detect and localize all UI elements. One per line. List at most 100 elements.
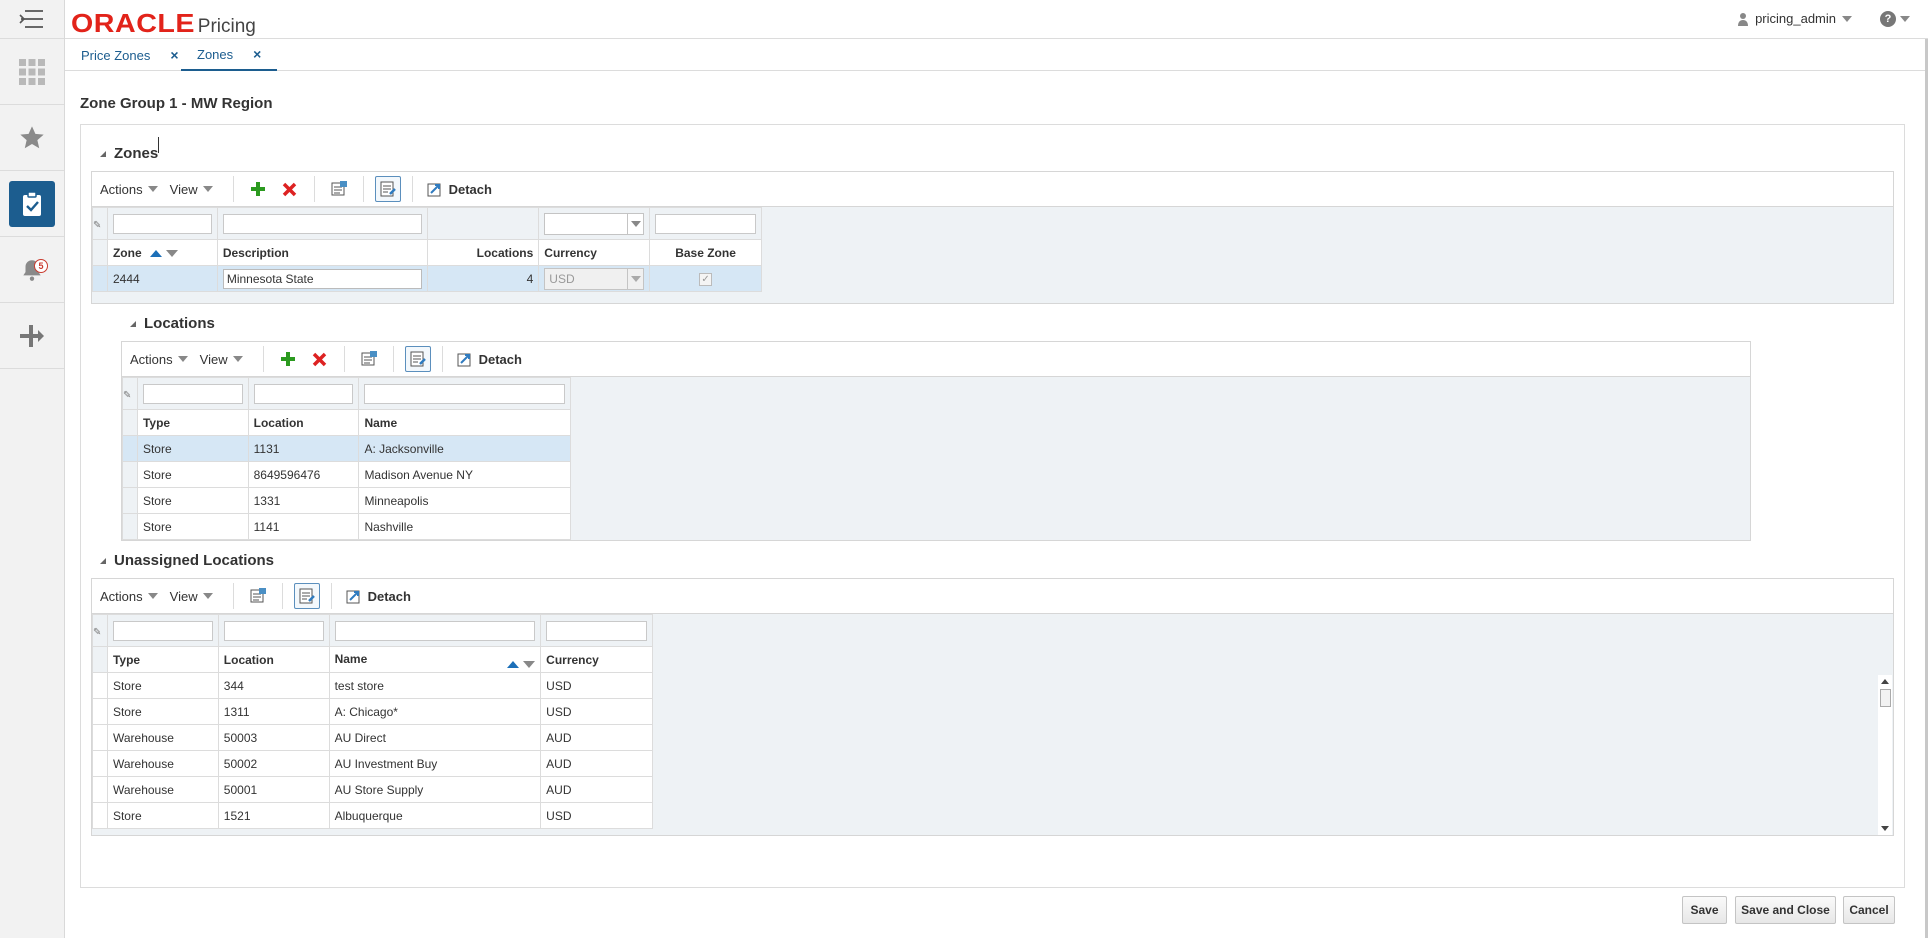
column-header-type[interactable]: Type: [136, 409, 249, 436]
export-button[interactable]: [356, 346, 382, 372]
table-row[interactable]: Store 344 test store USD: [92, 672, 653, 699]
menu-toggle-button[interactable]: [0, 0, 64, 39]
tab-price-zones[interactable]: Price Zones ×: [65, 39, 195, 71]
column-header-name[interactable]: Name: [358, 409, 571, 436]
actions-menu[interactable]: Actions: [130, 352, 188, 367]
detach-button[interactable]: Detach: [451, 351, 528, 367]
scroll-up-icon[interactable]: [1881, 679, 1889, 684]
table-row[interactable]: Store 1521 Albuquerque USD: [92, 802, 653, 829]
scroll-down-icon[interactable]: [1881, 826, 1889, 831]
currency-filter-input[interactable]: [546, 620, 647, 641]
type-filter-input[interactable]: [112, 620, 213, 641]
table-row[interactable]: Store 1141 Nashville: [122, 513, 571, 540]
type-cell: Warehouse: [106, 724, 219, 751]
column-header-currency[interactable]: Currency: [538, 239, 651, 266]
delete-row-button[interactable]: [307, 346, 333, 372]
export-button[interactable]: [326, 176, 352, 202]
view-label: View: [169, 181, 198, 197]
currency-cell: USD: [540, 698, 653, 725]
add-row-button[interactable]: [245, 176, 271, 202]
zones-section-header[interactable]: Zones: [100, 145, 158, 162]
type-cell: Store: [136, 513, 249, 540]
export-button[interactable]: [245, 583, 271, 609]
column-header-currency[interactable]: Currency: [540, 646, 653, 673]
location-cell: 344: [217, 672, 330, 699]
column-header-zone[interactable]: Zone: [106, 239, 218, 266]
vertical-scrollbar[interactable]: [1878, 675, 1892, 835]
locations-section-header[interactable]: Locations: [130, 315, 215, 332]
view-menu[interactable]: View: [170, 182, 213, 197]
column-header-type[interactable]: Type: [106, 646, 219, 673]
add-task-button[interactable]: [0, 303, 64, 369]
zone-filter-input[interactable]: [112, 213, 212, 234]
description-filter-input[interactable]: [222, 213, 423, 234]
table-row[interactable]: 2444 Minnesota State 4 USD ✓: [92, 265, 762, 292]
view-menu[interactable]: View: [200, 352, 243, 367]
column-header-name[interactable]: Name: [328, 646, 542, 673]
column-header-locations[interactable]: Locations: [427, 239, 540, 266]
sort-toggle[interactable]: [507, 660, 536, 668]
filter-cell[interactable]: [538, 207, 651, 240]
filter-cell[interactable]: [216, 207, 429, 240]
location-filter-input[interactable]: [223, 620, 324, 641]
close-icon[interactable]: ×: [253, 46, 261, 62]
view-menu[interactable]: View: [170, 589, 213, 604]
location-cell: 1131: [247, 435, 360, 462]
user-menu[interactable]: pricing_admin: [1737, 11, 1852, 26]
delete-row-button[interactable]: [277, 176, 303, 202]
table-row[interactable]: Warehouse 50002 AU Investment Buy AUD: [92, 750, 653, 777]
filter-cell[interactable]: [649, 207, 762, 240]
type-filter-input[interactable]: [142, 383, 243, 404]
filter-cell[interactable]: [106, 207, 218, 240]
sort-descending-icon: [165, 249, 178, 257]
table-row[interactable]: Store 1331 Minneapolis: [122, 487, 571, 514]
name-filter-input[interactable]: [364, 383, 565, 404]
detach-label: Detach: [367, 588, 411, 604]
column-header-description[interactable]: Description: [216, 239, 429, 266]
detach-button[interactable]: Detach: [340, 588, 417, 604]
column-header-location[interactable]: Location: [217, 646, 330, 673]
unassigned-locations-section-header[interactable]: Unassigned Locations: [100, 552, 274, 569]
help-menu[interactable]: ?: [1880, 11, 1910, 27]
disclosure-triangle-icon: [130, 320, 136, 327]
table-row[interactable]: Warehouse 50003 AU Direct AUD: [92, 724, 653, 751]
column-header-base-zone[interactable]: Base Zone: [649, 239, 762, 266]
detach-button[interactable]: Detach: [421, 181, 498, 197]
cancel-button[interactable]: Cancel: [1843, 896, 1895, 924]
tasks-button[interactable]: [0, 171, 64, 237]
table-row[interactable]: Warehouse 50001 AU Store Supply AUD: [92, 776, 653, 803]
location-cell: 50002: [217, 750, 330, 777]
chevron-down-icon: [627, 213, 643, 234]
save-button[interactable]: Save: [1682, 896, 1727, 924]
table-row[interactable]: Store 1311 A: Chicago* USD: [92, 698, 653, 725]
close-icon[interactable]: ×: [170, 47, 178, 63]
location-filter-input[interactable]: [253, 383, 354, 404]
edit-mode-button[interactable]: [374, 176, 401, 202]
favorites-button[interactable]: [0, 105, 64, 171]
detach-label: Detach: [478, 351, 522, 367]
description-input[interactable]: Minnesota State: [222, 268, 423, 289]
delete-icon: [312, 352, 327, 366]
edit-mode-button[interactable]: [293, 583, 320, 609]
actions-menu[interactable]: Actions: [100, 589, 158, 604]
toolbar-separator: [262, 346, 264, 372]
sort-toggle[interactable]: [149, 249, 178, 257]
apps-button[interactable]: [0, 39, 64, 105]
add-row-button[interactable]: [275, 346, 301, 372]
currency-filter-select[interactable]: [544, 212, 645, 235]
actions-menu[interactable]: Actions: [100, 182, 158, 197]
column-header-location[interactable]: Location: [247, 409, 360, 436]
sort-ascending-icon: [149, 249, 162, 257]
table-row[interactable]: Store 8649596476 Madison Avenue NY: [122, 461, 571, 488]
table-row[interactable]: Store 1131 A: Jacksonville: [122, 435, 571, 462]
name-filter-input[interactable]: [334, 620, 536, 641]
notifications-button[interactable]: 5: [0, 237, 64, 303]
toolbar-separator: [232, 583, 234, 609]
edit-mode-button[interactable]: [404, 346, 431, 372]
scrollbar-thumb[interactable]: [1880, 689, 1891, 707]
base-zone-filter-input[interactable]: [655, 213, 756, 234]
name-cell: Albuquerque: [328, 802, 542, 829]
tab-zones[interactable]: Zones ×: [181, 39, 278, 71]
user-icon: [1738, 12, 1749, 26]
save-and-close-button[interactable]: Save and Close: [1735, 896, 1836, 924]
